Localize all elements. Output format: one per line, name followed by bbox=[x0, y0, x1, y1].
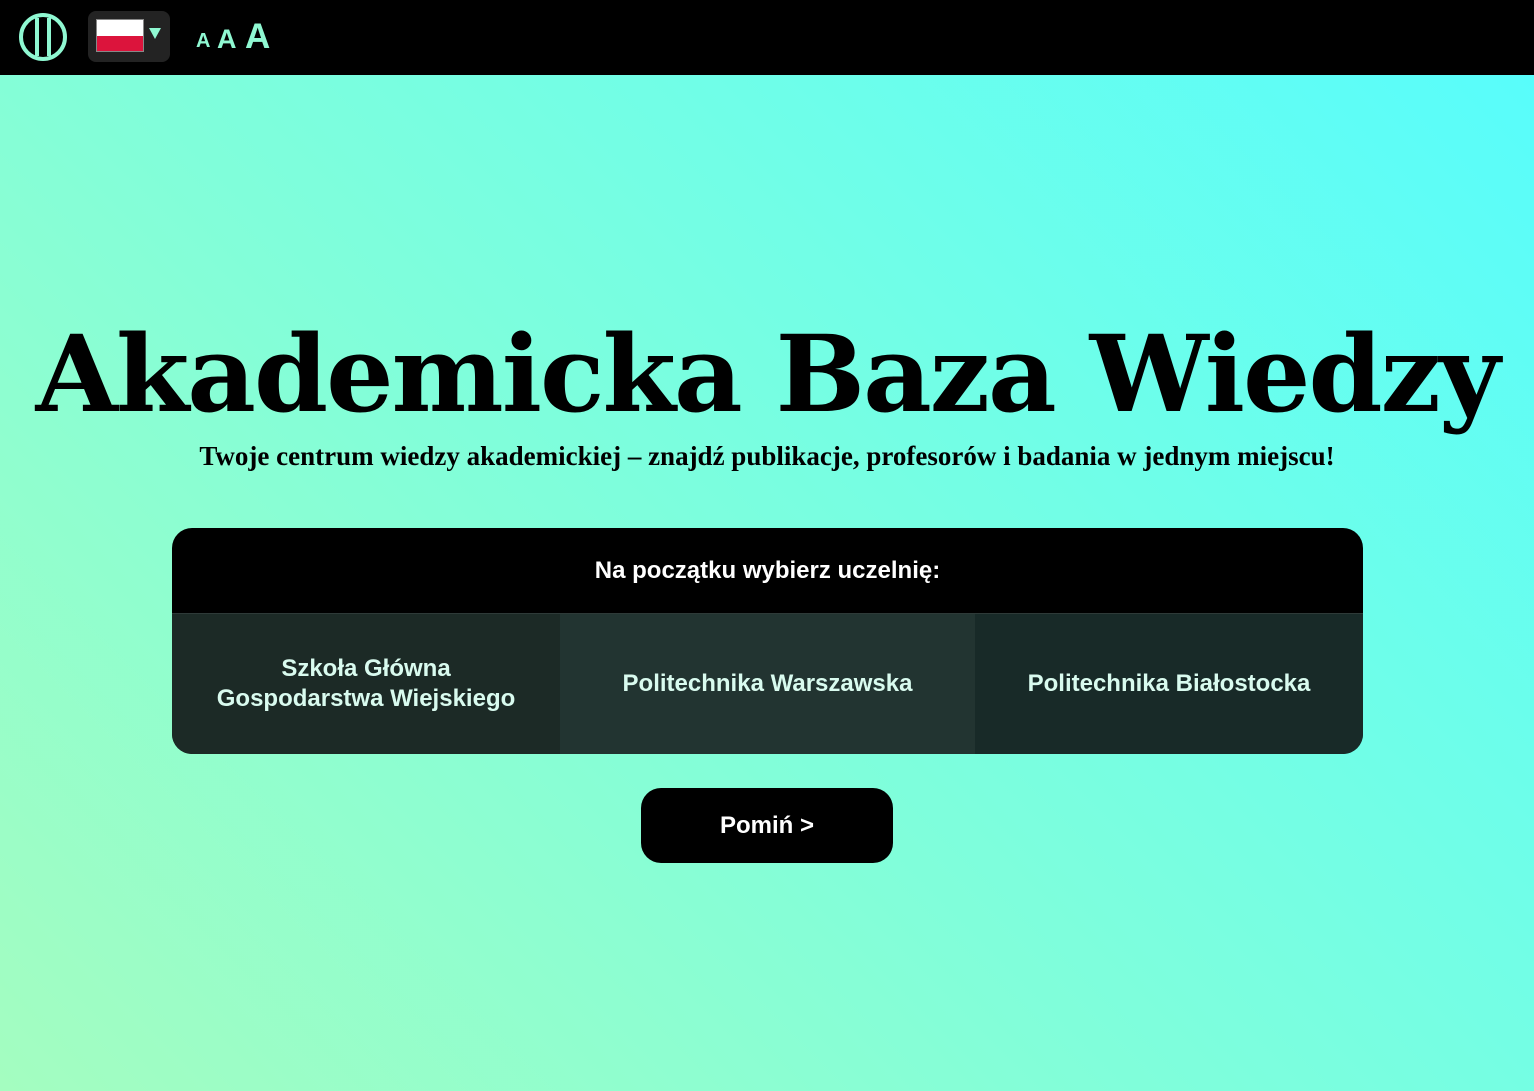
font-size-medium-button[interactable]: A bbox=[217, 26, 237, 53]
university-label: Politechnika Białostocka bbox=[1027, 670, 1311, 697]
language-select[interactable] bbox=[88, 11, 170, 62]
skip-button[interactable]: Pomiń > bbox=[641, 788, 893, 863]
university-option-sggw[interactable]: Szkoła Główna Gospodarstwa Wiejskiego bbox=[172, 614, 560, 754]
page-title: Akademicka Baza Wiedzy bbox=[35, 311, 1501, 436]
university-option-pb[interactable]: Politechnika Białostocka bbox=[975, 614, 1363, 754]
caret-down-icon bbox=[149, 28, 161, 39]
font-size-large-button[interactable]: A bbox=[245, 19, 270, 54]
contrast-toggle-icon[interactable] bbox=[18, 12, 68, 62]
selector-header: Na początku wybierz uczelnię: bbox=[172, 528, 1363, 614]
university-label-line1: Szkoła Główna bbox=[281, 655, 451, 682]
university-selector: Na początku wybierz uczelnię: Szkoła Głó… bbox=[172, 528, 1363, 754]
university-option-pw[interactable]: Politechnika Warszawska bbox=[560, 614, 975, 754]
page-subtitle: Twoje centrum wiedzy akademickiej – znaj… bbox=[199, 441, 1335, 471]
top-bar: A A A bbox=[0, 0, 1534, 75]
university-options: Szkoła Główna Gospodarstwa Wiejskiego Po… bbox=[172, 614, 1363, 754]
flag-pl-icon bbox=[96, 19, 144, 52]
university-label: Politechnika Warszawska bbox=[622, 670, 913, 697]
font-size-small-button[interactable]: A bbox=[196, 31, 210, 51]
university-label-line2: Gospodarstwa Wiejskiego bbox=[216, 685, 516, 712]
